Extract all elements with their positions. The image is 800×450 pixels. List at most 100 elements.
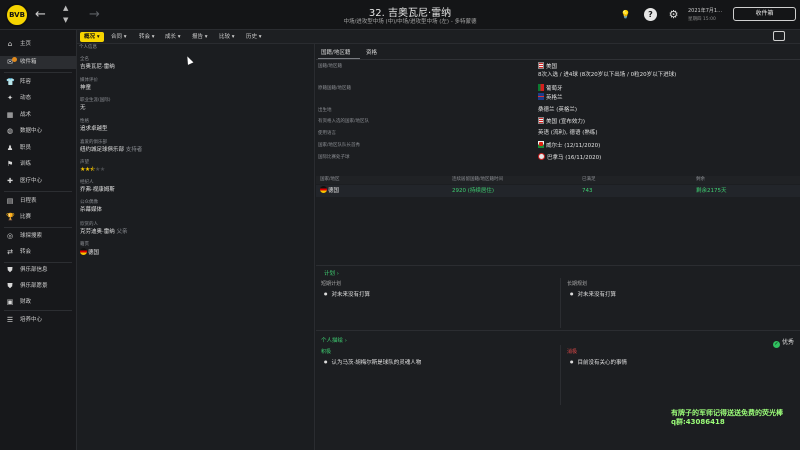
menu-development[interactable]: 成长 ▾ [165,32,181,42]
menu-reports[interactable]: 报告 ▾ [192,32,208,42]
field-full-name: 全名 吉奥瓦尼·雷纳 [80,57,115,71]
sidebar-divider [4,310,72,311]
sidebar-divider [4,262,72,263]
sidebar-item-label: 转会 [20,249,32,255]
sidebar-item-label: 阵容 [20,79,32,85]
club-badge[interactable]: BVB [5,3,29,27]
column-divider [560,278,561,328]
sidebar-item-schedule[interactable]: ▤ 日程表 [0,195,76,208]
data-hub-icon: ◍ [6,127,14,135]
field-personality: 性格 追求卓越型 [80,119,108,133]
plans-title[interactable]: 计划 › [324,269,339,277]
help-icon[interactable]: ? [644,8,657,21]
sidebar-item-club-info[interactable]: ⛊ 俱乐部信息 [0,264,76,277]
menu-overview[interactable]: 概况 ▾ [80,32,104,42]
sidebar-item-scouting[interactable]: ◎ 球探搜索 [0,230,76,243]
favourite-club-link[interactable]: 纽约城足球俱乐部 [80,147,124,153]
sidebar-item-label: 收件箱 [20,59,37,65]
sidebar-item-tactics[interactable]: ▦ 战术 [0,109,76,122]
favoured-person-link[interactable]: 克劳迪奥·雷纳 [80,229,115,235]
continue-button[interactable]: 收件箱 [733,7,796,21]
menu-compare[interactable]: 比较 ▾ [219,32,235,42]
sidebar-item-home[interactable]: ⌂ 主页 [0,38,76,51]
positive-label: 积极 [321,349,332,355]
nationality-link[interactable]: 美国 [546,64,557,70]
menu-history[interactable]: 历史 ▾ [246,32,262,42]
nat-label: 国家/地区队队长首秀 [318,143,361,148]
sidebar-item-transfers[interactable]: ⇄ 转会 [0,246,76,259]
nationality-panel [316,44,800,450]
field-value: 德国 [80,248,99,257]
transfers-icon: ⇄ [7,248,13,256]
first-goal-link[interactable]: 巴拿马 (16/11/2020) [547,155,601,161]
sidebar-item-squad[interactable]: 👕 阵容 [0,76,76,89]
nation-link[interactable]: 葡萄牙 [546,86,563,92]
eligible-nation-link[interactable]: 美国 (宣布效力) [546,119,585,125]
nat-label: 出生地 [318,108,332,113]
squad-view-icon[interactable] [773,31,785,41]
lightbulb-icon[interactable]: 💡 [619,8,632,21]
field-reputation: 声望 ★★⯪★★ [80,160,105,174]
sidebar-item-label: 俱乐部愿景 [20,283,48,289]
tab-divider [316,59,800,60]
sidebar-divider [4,72,72,73]
squad-icon: 👕 [6,78,15,86]
field-suffix: 支持者 [125,147,143,153]
nat-row: 8次入选 / 进4球 (8次20岁以下出场 / 0粒20岁以下进球) [318,71,793,80]
sidebar-item-data-hub[interactable]: ◍ 数据中心 [0,125,76,138]
sidebar-item-inbox[interactable]: ✉ 收件箱 [0,56,76,69]
back-arrow-icon[interactable]: ← [35,6,46,24]
field-value: 吉奥瓦尼·雷纳 [80,64,115,70]
overlay-line: 有牌子的军师记得送送免费的荧光棒 [671,409,783,417]
sidebar-item-label: 球探搜索 [20,233,43,239]
gear-icon[interactable]: ⚙ [667,8,680,21]
debut-link[interactable]: 威尔士 (12/11/2020) [546,143,600,149]
menu-transfer[interactable]: 转会 ▾ [139,32,155,42]
england-flag-icon [538,93,544,100]
tab-nationality[interactable]: 国籍/地区籍 [321,48,350,58]
sidebar-item-finances[interactable]: ▣ 财政 [0,296,76,309]
birthplace-value[interactable]: 桑德兰 (英格兰) [538,106,577,115]
agent-link[interactable]: 乔弗·视康姆斯 [80,186,115,194]
short-term-label: 短期计划 [321,281,342,287]
sidebar-item-medical[interactable]: ✚ 医疗中心 [0,175,76,188]
chevron-up-icon[interactable]: ▲ [63,4,68,12]
usa-flag-icon [538,117,544,124]
sidebar-item-competitions[interactable]: 🏆 比赛 [0,211,76,224]
long-term-label: 长期规划 [567,281,588,287]
nat-label: 使用语言 [318,131,336,136]
table-row[interactable]: 德国 2920 (持续居住) 743 剩余2175天 [316,185,800,197]
competitions-icon: 🏆 [6,213,15,221]
chevron-down-icon[interactable]: ▼ [63,16,68,24]
column-header[interactable]: 已满足 [582,176,596,184]
sidebar-item-dynamics[interactable]: ✦ 动态 [0,92,76,105]
sidebar-item-staff[interactable]: ♟ 职员 [0,142,76,155]
sidebar-item-club-vision[interactable]: ⛊ 俱乐部愿景 [0,280,76,293]
table-cell: 2920 (持续居住) [452,188,495,194]
nation-link[interactable]: 英格兰 [546,95,563,101]
sidebar-item-training[interactable]: ⚑ 训练 [0,158,76,171]
sidebar-item-dev-centre[interactable]: ☰ 培养中心 [0,314,76,327]
finances-icon: ▣ [6,298,14,306]
sidebar-divider [4,227,72,228]
languages-value: 英语 (流利), 德语 (熟练) [538,130,598,136]
germany-flag-icon [320,186,327,193]
nat-row: 国际比赛处子球 巴拿马 (16/11/2020) [318,153,793,162]
panel-tab-personal[interactable]: 个人信息 [77,44,99,50]
nat-value: 威尔士 (12/11/2020) [538,141,600,151]
column-header[interactable]: 剩余 [696,176,705,184]
table-header: 国家/地区 连续居留国籍/地区籍时间 已满足 剩余 [316,176,800,184]
nat-row: 英格兰 [318,93,793,102]
column-header[interactable]: 连续居留国籍/地区籍时间 [452,176,503,184]
personal-title[interactable]: 个人描绘 › [321,336,347,344]
cell-country[interactable]: 德国 [328,188,339,194]
badge-label: 优秀 [782,339,795,346]
tab-eligibility[interactable]: 资格 [366,48,377,56]
section-divider [316,330,800,331]
field-media-description: 媒体评价 神童 [80,78,98,92]
sidebar-item-label: 财政 [20,299,32,305]
column-header[interactable]: 国家/地区 [320,176,340,184]
menu-contract[interactable]: 合同 ▾ [111,32,127,42]
forward-arrow-icon[interactable]: → [89,6,100,24]
birthplace-link[interactable]: 德国 [88,250,99,256]
